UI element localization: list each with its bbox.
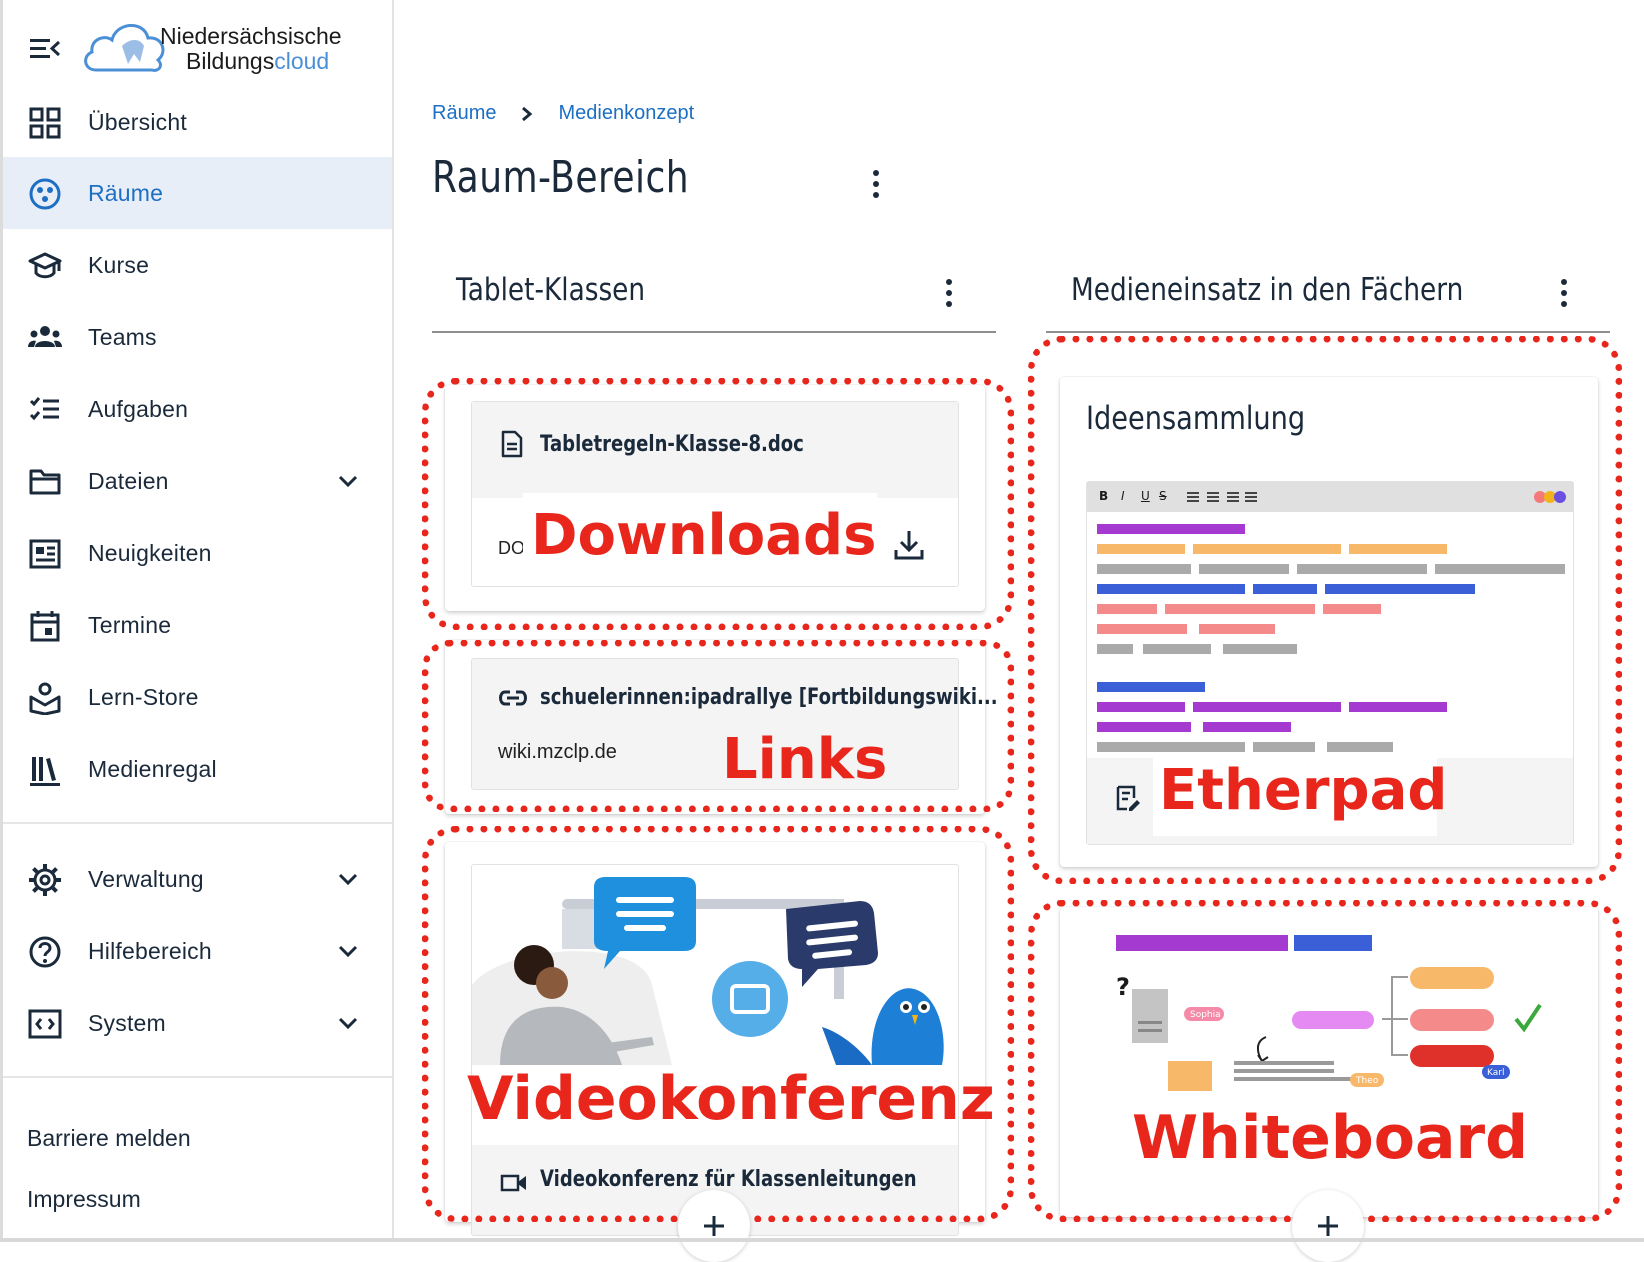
help-icon xyxy=(29,936,61,968)
sidebar-item-termine[interactable]: Termine xyxy=(0,589,392,661)
collapse-menu-icon[interactable] xyxy=(28,36,62,62)
dashboard-icon xyxy=(29,107,61,139)
sidebar-item-label: Hilfebereich xyxy=(88,937,212,964)
sidebar-item-label: Aufgaben xyxy=(88,395,189,422)
sidebar-divider xyxy=(3,822,392,824)
breadcrumb: Räume Medienkonzept xyxy=(432,102,694,125)
sidebar-item-label: Räume xyxy=(88,179,164,206)
logo-line1: Niedersächsische xyxy=(160,23,342,49)
calendar-icon xyxy=(30,611,60,642)
sidebar-item-label: Termine xyxy=(88,611,172,638)
sidebar-item-kurse[interactable]: Kurse xyxy=(0,229,392,301)
sidebar-item-label: Dateien xyxy=(88,467,169,494)
chevron-down-icon[interactable] xyxy=(336,939,360,963)
sidebar-item-teams[interactable]: Teams xyxy=(0,301,392,373)
sidebar-item-lern-store[interactable]: Lern-Store xyxy=(0,661,392,733)
column-title[interactable]: Medieneinsatz in den Fächern xyxy=(1071,272,1463,308)
barriere-melden-link[interactable]: Barriere melden xyxy=(27,1125,191,1152)
rooms-icon xyxy=(29,178,61,210)
logo-text: Niedersächsische Bildungscloud xyxy=(160,24,342,74)
column-divider xyxy=(1046,331,1610,333)
folder-icon xyxy=(29,469,61,495)
learnstore-icon xyxy=(29,682,61,715)
sidebar-item-verwaltung[interactable]: Verwaltung xyxy=(0,843,392,915)
sidebar-item-label: Kurse xyxy=(88,251,150,278)
sidebar-divider xyxy=(3,1076,392,1078)
videokonferenz-annotation-frame xyxy=(422,826,1014,1222)
sidebar-item-label: Medienregal xyxy=(88,755,217,782)
breadcrumb-item[interactable]: Räume xyxy=(432,102,496,125)
add-card-button[interactable] xyxy=(1292,1190,1364,1262)
sidebar-item-hilfebereich[interactable]: Hilfebereich xyxy=(0,915,392,987)
column-title[interactable]: Tablet-Klassen xyxy=(456,272,645,308)
logo[interactable]: Niedersächsische Bildungscloud xyxy=(82,16,342,80)
downloads-annotation-frame xyxy=(422,378,1014,630)
more-options-icon[interactable] xyxy=(870,167,882,201)
chevron-down-icon[interactable] xyxy=(336,469,360,493)
cloud-logo-icon xyxy=(84,24,165,72)
plus-icon xyxy=(704,1216,724,1236)
sidebar-item-raeume[interactable]: Räume xyxy=(3,157,392,229)
sidebar-item-label: Neuigkeiten xyxy=(88,539,212,566)
school-icon xyxy=(28,252,62,279)
plus-icon xyxy=(1318,1216,1338,1236)
chevron-down-icon[interactable] xyxy=(336,867,360,891)
sidebar-item-label: Übersicht xyxy=(88,108,187,135)
impressum-link[interactable]: Impressum xyxy=(27,1186,141,1213)
sidebar-item-medienregal[interactable]: Medienregal xyxy=(0,733,392,805)
whiteboard-annotation-frame xyxy=(1028,900,1622,1222)
sidebar-item-aufgaben[interactable]: Aufgaben xyxy=(0,373,392,445)
sidebar-item-system[interactable]: System xyxy=(0,987,392,1059)
teams-icon xyxy=(28,326,62,347)
links-annotation-frame xyxy=(422,640,1014,812)
sidebar-item-dateien[interactable]: Dateien xyxy=(0,445,392,517)
chevron-down-icon[interactable] xyxy=(336,1011,360,1035)
column-divider xyxy=(432,331,996,333)
sidebar-item-label: Lern-Store xyxy=(88,683,199,710)
window-bottom-edge xyxy=(0,1238,1644,1242)
etherpad-annotation-frame xyxy=(1028,336,1622,884)
logo-line2-a: Bildungs xyxy=(186,48,275,74)
breadcrumb-item[interactable]: Medienkonzept xyxy=(558,102,694,125)
gear-icon xyxy=(29,864,61,896)
sidebar-item-label: Verwaltung xyxy=(88,865,204,892)
sidebar-item-label: Teams xyxy=(88,323,157,350)
add-card-button[interactable] xyxy=(678,1190,750,1262)
chevron-right-icon xyxy=(522,106,533,121)
sidebar-item-neuigkeiten[interactable]: Neuigkeiten xyxy=(0,517,392,589)
news-icon xyxy=(29,539,61,569)
sidebar-item-uebersicht[interactable]: Übersicht xyxy=(0,86,392,158)
logo-line2-b: cloud xyxy=(274,48,330,74)
more-options-icon[interactable] xyxy=(1558,276,1570,310)
page-title: Raum-Bereich xyxy=(432,152,689,203)
system-icon xyxy=(28,1009,62,1039)
more-options-icon[interactable] xyxy=(943,276,955,310)
media-shelf-icon xyxy=(30,757,60,786)
sidebar-item-label: System xyxy=(88,1009,166,1036)
sidebar: Niedersächsische Bildungscloud Übersicht… xyxy=(0,0,394,1242)
tasks-icon xyxy=(29,397,59,421)
